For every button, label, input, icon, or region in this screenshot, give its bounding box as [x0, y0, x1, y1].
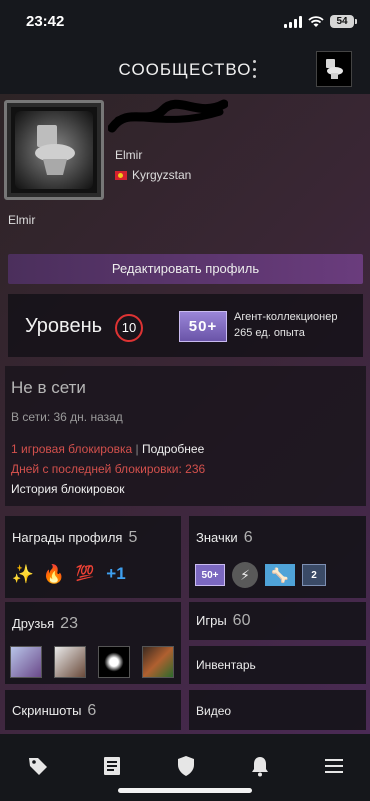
toilet-icon: [35, 125, 75, 175]
nav-store[interactable]: [24, 752, 52, 780]
badge-xp: 265 ед. опыта: [234, 327, 305, 339]
badges-icons: 50+ ⚡ 🦴 2: [195, 562, 326, 588]
badge-50-icon: 50+: [195, 564, 225, 586]
avatar-caption: Elmir: [8, 213, 36, 227]
friends-title: Друзья 23: [12, 615, 78, 632]
badges-title: Значки 6: [196, 529, 253, 546]
friend-avatar[interactable]: [98, 646, 130, 678]
ban-separator: |: [135, 442, 139, 456]
persona-name: Elmir: [115, 148, 143, 162]
award-fire-icon: 🔥: [42, 564, 66, 584]
friend-avatar[interactable]: [10, 646, 42, 678]
nav-menu[interactable]: [320, 752, 348, 780]
award-hundred-icon: 💯: [75, 565, 95, 582]
friend-avatar[interactable]: [142, 646, 174, 678]
toilet-icon: [326, 59, 343, 79]
friends-count: 23: [60, 615, 78, 632]
nav-notifications[interactable]: [246, 752, 274, 780]
app-header: СООБЩЕСТВО: [0, 46, 370, 94]
country-label: Kyrgyzstan: [132, 168, 192, 182]
tag-icon: [29, 758, 47, 775]
badge-name: Агент-коллекционер: [234, 311, 338, 323]
friends-avatars: [10, 646, 174, 678]
friend-avatar[interactable]: [54, 646, 86, 678]
redaction-scribble: [108, 99, 228, 133]
profile-section: Elmir Elmir Kyrgyzstan Редактировать про…: [0, 94, 370, 734]
menu-icon: [325, 759, 343, 773]
edit-profile-button[interactable]: Редактировать профиль: [8, 254, 363, 284]
ban-history-link[interactable]: История блокировок: [11, 482, 124, 496]
game-ban-count: 1 игровая блокировка: [11, 442, 133, 456]
profile-country: Kyrgyzstan: [115, 168, 191, 182]
award-plus-one-icon: +1: [106, 564, 126, 583]
videos-link: Видео: [196, 704, 232, 718]
games-tile[interactable]: Игры 60: [189, 602, 366, 640]
screenshots-tile[interactable]: Скриншоты 6: [5, 690, 181, 730]
days-since-ban: Дней с последней блокировки: 236: [11, 462, 206, 476]
bell-icon: [252, 757, 268, 777]
awards-tile[interactable]: Награды профиля 5 ✨ 🔥 💯 +1: [5, 516, 181, 598]
page-title: СООБЩЕСТВО: [118, 60, 252, 79]
screenshots-title: Скриншоты 6: [12, 702, 97, 719]
news-icon: [104, 757, 120, 775]
badge-bone-icon: 🦴: [265, 564, 295, 586]
status-time: 23:42: [26, 13, 65, 30]
awards-title: Награды профиля 5: [12, 529, 138, 546]
badges-count: 6: [243, 529, 253, 546]
inventory-link: Инвентарь: [196, 658, 256, 672]
friends-tile[interactable]: Друзья 23: [5, 602, 181, 684]
nav-guard[interactable]: [172, 752, 200, 780]
status-bar: 23:42 54: [0, 0, 370, 46]
wifi-icon: [308, 15, 324, 27]
videos-tile[interactable]: Видео: [189, 690, 366, 730]
online-state: Не в сети: [11, 378, 86, 397]
profile-avatar[interactable]: [4, 100, 104, 200]
status-indicators: 54: [284, 15, 357, 28]
kyrgyzstan-flag-icon: [115, 170, 127, 180]
awards-count: 5: [128, 529, 138, 546]
award-star-icon: ✨: [11, 564, 35, 584]
level-value: 10: [115, 314, 143, 342]
ban-info: 1 игровая блокировка | Подробнее: [11, 442, 204, 456]
nav-news[interactable]: [98, 752, 126, 780]
games-title: Игры 60: [196, 612, 251, 629]
level-panel[interactable]: Уровень 10 50+ Агент-коллекционер 265 ед…: [8, 294, 363, 357]
online-status-panel: Не в сети В сети: 36 дн. назад 1 игровая…: [5, 366, 366, 506]
collector-badge-icon: 50+: [179, 311, 227, 342]
last-online: В сети: 36 дн. назад: [11, 410, 123, 424]
shield-icon: [178, 756, 194, 776]
games-count: 60: [232, 612, 251, 629]
header-avatar[interactable]: [316, 51, 352, 87]
badge-two-icon: 2: [302, 564, 326, 586]
more-options-icon[interactable]: [249, 60, 259, 78]
home-indicator[interactable]: [118, 788, 252, 793]
level-label: Уровень: [25, 315, 103, 337]
badge-lightning-icon: ⚡: [232, 562, 258, 588]
inventory-tile[interactable]: Инвентарь: [189, 646, 366, 684]
badges-tile[interactable]: Значки 6 50+ ⚡ 🦴 2: [189, 516, 366, 598]
ban-details-link[interactable]: Подробнее: [142, 442, 204, 456]
screenshots-count: 6: [87, 702, 97, 719]
awards-icons: ✨ 🔥 💯 +1: [11, 562, 128, 586]
battery-icon: 54: [330, 15, 357, 28]
signal-icon: [284, 15, 302, 28]
